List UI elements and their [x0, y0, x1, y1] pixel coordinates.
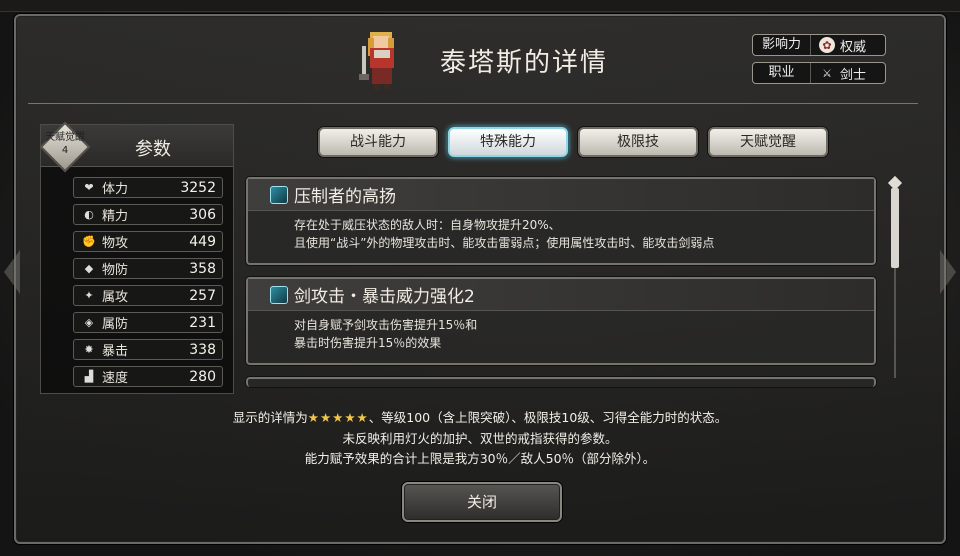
character-portrait	[359, 32, 394, 90]
sword-icon: ⚔	[822, 66, 832, 80]
shield-icon: ◆	[84, 262, 94, 275]
authority-icon: ✿	[819, 37, 835, 53]
stat-label: 物防	[102, 263, 129, 278]
stat-value: 231	[189, 314, 216, 331]
scroll-thumb[interactable]	[891, 188, 899, 268]
tab-awakening[interactable]: 天赋觉醒	[708, 127, 828, 157]
tab-limit[interactable]: 极限技	[578, 127, 698, 157]
stat-label: 速度	[102, 371, 129, 386]
page-title: 泰塔斯的详情	[440, 48, 609, 78]
stat-row-eatk: ✦ 属攻 257	[73, 285, 223, 306]
footer-prefix: 显示的详情为	[232, 410, 308, 425]
job-label: 职业	[753, 63, 811, 83]
job-value: 剑士	[840, 67, 867, 83]
stat-row-crit: ✸ 暴击 338	[73, 339, 223, 360]
stat-value: 358	[189, 260, 216, 277]
stat-label: 属防	[102, 317, 129, 332]
awakening-level: 4	[61, 145, 69, 156]
skill-desc-line: 且使用“战斗”外的物理攻击时、能攻击雷弱点；使用属性攻击时、能攻击剑弱点	[294, 236, 715, 250]
magic-attack-icon: ✦	[84, 289, 94, 302]
tab-special[interactable]: 特殊能力	[448, 127, 568, 157]
stat-label: 物攻	[102, 236, 129, 251]
influence-label: 影响力	[753, 35, 811, 55]
stat-label: 属攻	[102, 290, 129, 305]
stat-value: 306	[189, 206, 216, 223]
stat-label: 暴击	[102, 344, 129, 359]
heart-icon: ❤	[84, 181, 94, 194]
stat-row-sp: ◐ 精力 306	[73, 204, 223, 225]
next-arrow-icon[interactable]	[940, 250, 956, 294]
skill-card[interactable]: 剑攻击・暴击威力强化2 对自身赋予剑攻击伤害提升15％和 暴击时伤害提升15％的…	[246, 277, 876, 365]
footer-note-3: 能力赋予效果的合计上限是我方30％／敌人50％（部分除外）。	[304, 451, 656, 466]
stat-row-hp: ❤ 体力 3252	[73, 177, 223, 198]
spirit-icon: ◐	[84, 208, 94, 221]
header-divider	[28, 103, 918, 104]
awakening-badge-label: 天赋觉醒	[45, 132, 85, 143]
top-bar	[0, 0, 960, 12]
close-button[interactable]: 关闭	[402, 482, 562, 522]
stat-row-pdef: ◆ 物防 358	[73, 258, 223, 279]
skill-card[interactable]: 压制者的高扬 存在处于威压状态的敌人时：自身物攻提升20%、 且使用“战斗”外的…	[246, 177, 876, 265]
stat-row-speed: ▟ 速度 280	[73, 366, 223, 387]
awakening-badge: 天赋觉醒 4	[39, 121, 91, 173]
stat-value: 257	[189, 287, 216, 304]
stat-row-edef: ◈ 属防 231	[73, 312, 223, 333]
tab-combat[interactable]: 战斗能力	[318, 127, 438, 157]
skill-icon	[270, 285, 288, 304]
boot-icon: ▟	[84, 370, 94, 383]
magic-shield-icon: ◈	[84, 316, 94, 329]
stat-row-patk: ✊ 物攻 449	[73, 231, 223, 252]
stat-value: 280	[189, 368, 216, 385]
star-rating-icon: ★★★★★	[307, 410, 369, 425]
skill-icon	[270, 185, 288, 204]
job-box: 职业 ⚔ 剑士	[752, 62, 886, 84]
skill-desc-line: 对自身赋予剑攻击伤害提升15％和	[294, 318, 478, 332]
skill-name: 压制者的高扬	[294, 187, 396, 207]
skill-name: 剑攻击・暴击威力强化2	[294, 287, 475, 307]
stat-value: 449	[189, 233, 216, 250]
prev-arrow-icon[interactable]	[4, 250, 20, 294]
stats-title: 参数	[135, 139, 171, 160]
stat-value: 338	[189, 341, 216, 358]
influence-box: 影响力 ✿ 权威	[752, 34, 886, 56]
skill-desc-line: 暴击时伤害提升15％的效果	[294, 336, 442, 350]
stat-label: 体力	[102, 182, 129, 197]
footer-note-1: 显示的详情为★★★★★、等级100（含上限突破）、极限技10级、习得全能力时的状…	[0, 407, 960, 426]
stats-panel: 参数 天赋觉醒 4 ❤ 体力 3252 ◐ 精力 306 ✊ 物攻 449 ◆ 物防 358 ✦ 属…	[39, 121, 234, 394]
fist-icon: ✊	[82, 235, 96, 248]
skill-desc-line: 存在处于威压状态的敌人时：自身物攻提升20%、	[294, 218, 561, 232]
skill-card-partial	[246, 377, 876, 387]
critical-icon: ✸	[84, 343, 94, 356]
footer-suffix: 、等级100（含上限突破）、极限技10级、习得全能力时的状态。	[368, 410, 728, 425]
footer-note-2: 未反映利用灯火的加护、双世的戒指获得的参数。	[342, 431, 618, 446]
influence-value: 权威	[840, 39, 867, 55]
stat-label: 精力	[102, 209, 129, 224]
stat-value: 3252	[180, 179, 216, 196]
skill-scrollbar[interactable]	[887, 175, 903, 386]
